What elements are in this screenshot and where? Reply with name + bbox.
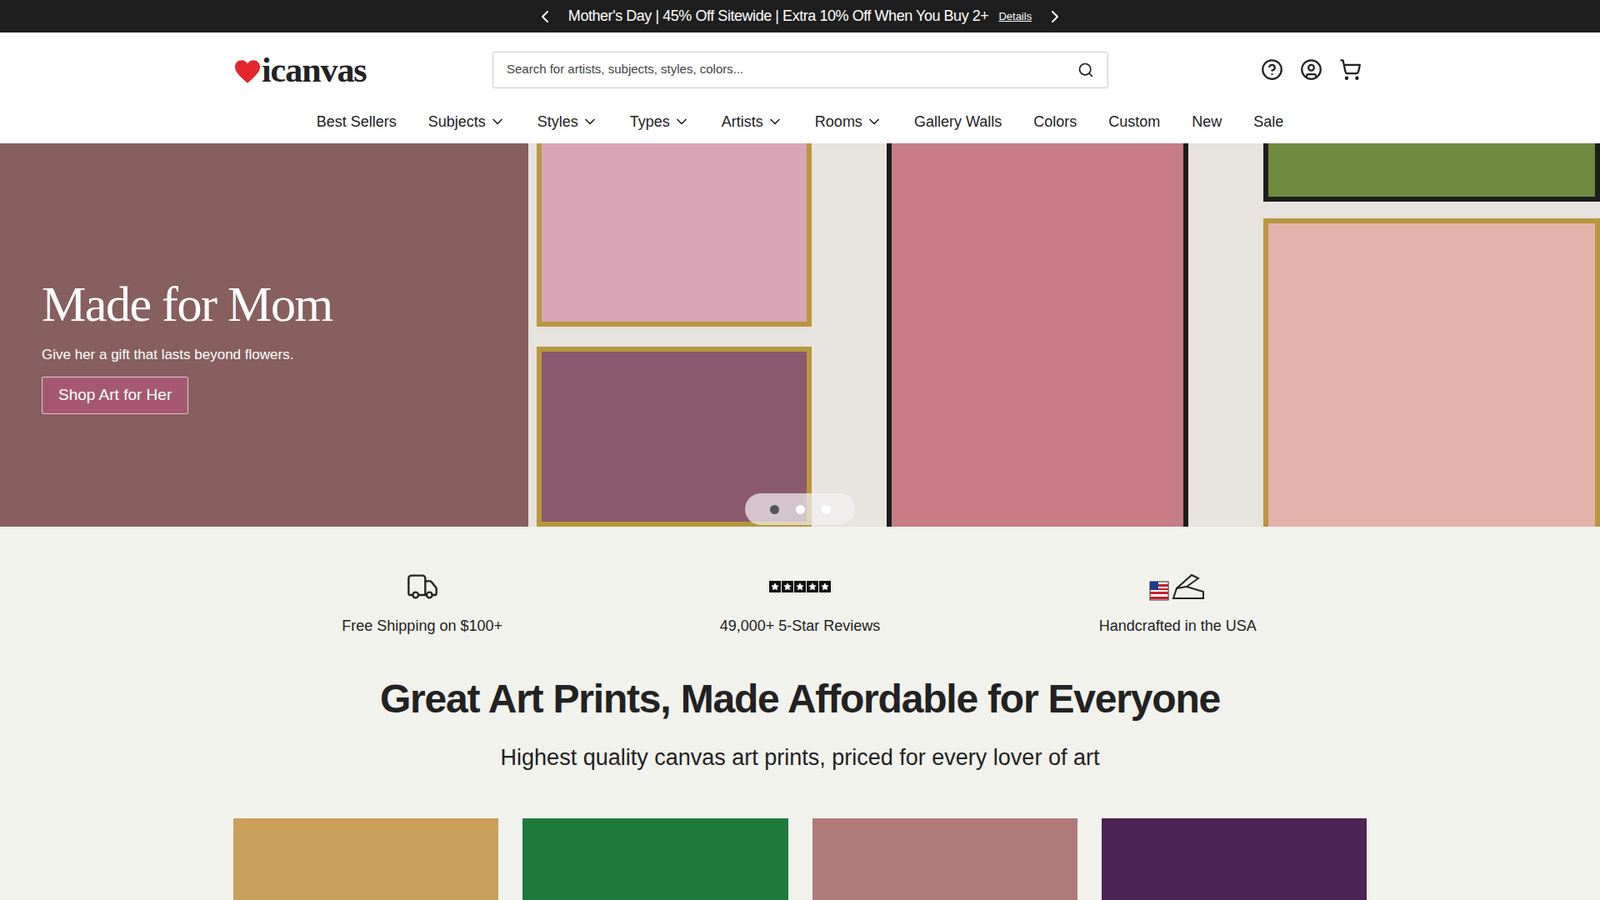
chevron-down-icon [489,113,506,130]
account-icon[interactable] [1300,58,1323,81]
nav-item[interactable]: Styles [537,110,599,134]
carousel-dots [745,493,855,525]
heart-logo-icon [233,59,262,85]
truck-icon [399,570,446,604]
feature-item: Free Shipping on $100+ [233,570,611,638]
search-placeholder: Search for artists, subjects, styles, co… [506,60,1078,80]
page: Mother's Day | 45% Off Sitewide | Extra … [0,0,1600,900]
star-icon [794,580,806,593]
hero-image [528,143,1600,527]
logo[interactable]: icanvas [233,52,493,88]
carousel-dot[interactable] [770,505,780,515]
intro-subtitle: Highest quality canvas art prints, price… [500,740,1100,775]
chevron-down-icon [673,113,690,130]
features-row: Free Shipping on $100+49,000+ 5-Star Rev… [233,526,1367,638]
nav-item[interactable]: Rooms [815,110,883,134]
product-card[interactable] [233,818,499,900]
promo-text: Mother's Day | 45% Off Sitewide | Extra … [568,5,990,28]
carousel-dot[interactable] [821,505,831,515]
nav-item[interactable]: Best Sellers [316,110,397,134]
main-nav: Best Sellers Subjects Styles Types Artists Ro… [0,103,1600,144]
product-card[interactable] [1101,818,1367,900]
chevron-down-icon [865,113,883,130]
hero-subtitle: Give her a gift that lasts beyond flower… [41,344,529,366]
feature-item: 49,000+ 5-Star Reviews [610,570,989,638]
chevron-down-icon [766,113,784,130]
chevron-down-icon [581,113,599,130]
intro: Great Art Prints, Made Affordable for Ev… [0,637,1600,775]
feature-item: Handcrafted in the USA [989,570,1367,638]
star-icon [781,580,794,593]
stars-rating [769,570,831,604]
nav-item[interactable]: Colors [1033,110,1077,134]
header: icanvas Search for artists, subjects, sty… [0,32,1600,144]
star-icon [769,580,781,593]
star-icon [819,580,831,593]
shop-button[interactable]: Shop Art for Her [41,376,189,415]
product-card[interactable] [522,818,788,900]
nav-item[interactable]: Gallery Walls [914,110,1002,134]
promo-bar: Mother's Day | 45% Off Sitewide | Extra … [0,0,1600,33]
search-icon[interactable] [1077,61,1095,79]
nav-item[interactable]: New [1191,110,1222,134]
cart-icon[interactable] [1339,58,1362,81]
nav-item[interactable]: Sale [1253,110,1284,134]
carousel-dot[interactable] [795,505,805,515]
chevron-left-icon[interactable] [535,6,555,27]
usa-stapler-icon [1148,570,1207,604]
nav-item[interactable]: Subjects [428,110,506,134]
search-field[interactable]: Search for artists, subjects, styles, co… [492,51,1109,89]
hero-banner: Made for Mom Give her a gift that lasts b… [0,143,1600,527]
chevron-right-icon[interactable] [1045,6,1065,27]
intro-title: Great Art Prints, Made Affordable for Ev… [380,669,1220,730]
hero-title: Made for Mom [41,273,529,336]
product-card[interactable] [812,818,1078,900]
help-icon[interactable] [1260,58,1284,81]
nav-item[interactable]: Types [630,110,690,134]
product-grid [233,775,1367,900]
nav-item[interactable]: Artists [721,110,784,134]
hero-panel: Made for Mom Give her a gift that lasts b… [0,143,529,527]
star-icon [806,580,819,593]
nav-item[interactable]: Custom [1108,110,1160,134]
details-link[interactable]: Details [998,8,1032,25]
